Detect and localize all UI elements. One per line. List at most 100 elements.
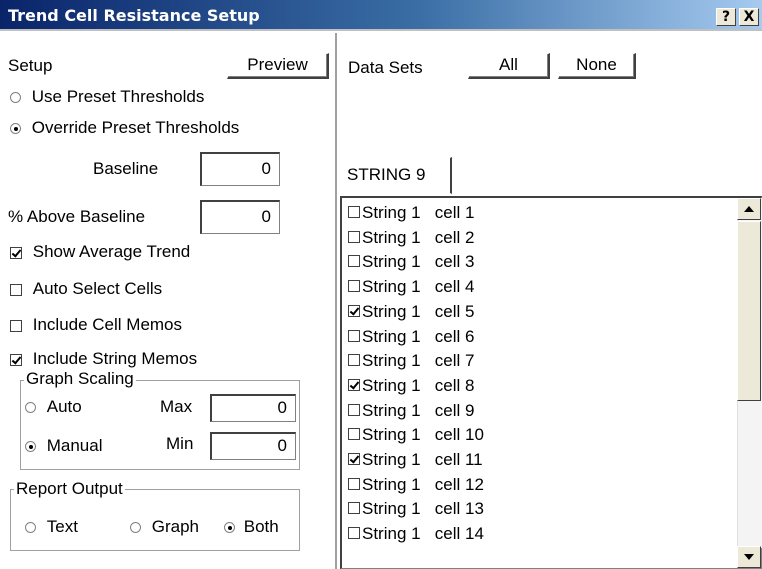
both-output-radio[interactable]: Both [224, 517, 279, 537]
use-preset-label: Use Preset Thresholds [31, 87, 205, 106]
string-memos-checkbox[interactable]: Include String Memos [10, 349, 197, 369]
list-item-label: String 1 cell 3 [362, 252, 475, 272]
data-sets-heading: Data Sets [348, 58, 423, 77]
select-none-button[interactable]: None [558, 53, 636, 79]
panel-divider [335, 33, 338, 569]
list-item[interactable]: String 1 cell 9 [348, 400, 474, 424]
checkbox-icon[interactable] [348, 304, 360, 317]
setup-heading: Setup [8, 56, 53, 75]
list-item[interactable]: String 1 cell 11 [348, 449, 483, 473]
list-item-label: String 1 cell 1 [362, 203, 475, 222]
checkbox-icon[interactable] [348, 255, 360, 268]
tab-string-9[interactable]: STRING 9 [338, 157, 452, 194]
list-item-label: String 1 cell 12 [362, 474, 484, 494]
override-preset-radio[interactable]: Override Preset Thresholds [10, 118, 239, 138]
checkbox-icon[interactable] [348, 527, 360, 540]
checkbox-icon [10, 353, 22, 366]
cell-list[interactable]: String 1 cell 1 String 1 cell 2 String 1 c… [340, 196, 762, 569]
use-preset-radio[interactable]: Use Preset Thresholds [10, 87, 204, 107]
manual-label: Manual [46, 436, 103, 455]
above-baseline-input[interactable]: 0 [200, 200, 280, 234]
list-item-label: String 1 cell 2 [362, 227, 475, 247]
radio-icon [25, 522, 36, 534]
help-button[interactable]: ? [716, 8, 736, 26]
list-item-label: String 1 cell 14 [362, 524, 484, 544]
text-output-radio[interactable]: Text [25, 517, 78, 537]
checkbox-icon[interactable] [348, 329, 360, 342]
checkbox-icon[interactable] [348, 230, 360, 243]
list-item[interactable]: String 1 cell 13 [348, 498, 484, 522]
window-title: Trend Cell Resistance Setup [8, 6, 260, 25]
list-item-label: String 1 cell 8 [362, 375, 475, 395]
cell-memos-checkbox[interactable]: Include Cell Memos [10, 315, 182, 335]
baseline-label: Baseline [93, 159, 159, 178]
min-input[interactable]: 0 [210, 432, 296, 460]
checkbox-icon[interactable] [348, 354, 360, 367]
list-item[interactable]: String 1 cell 7 [348, 350, 474, 374]
checkbox-icon[interactable] [348, 428, 360, 441]
min-label: Min [166, 434, 194, 453]
list-item-label: String 1 cell 9 [362, 400, 475, 420]
override-preset-label: Override Preset Thresholds [31, 118, 240, 137]
list-item-label: String 1 cell 10 [362, 425, 484, 445]
max-label: Max [160, 397, 193, 416]
list-item[interactable]: String 1 cell 8 [348, 375, 474, 399]
checkbox-icon[interactable] [348, 378, 360, 391]
checkbox-icon[interactable] [348, 403, 360, 416]
checkbox-icon [10, 319, 22, 332]
cell-memos-label: Include Cell Memos [32, 315, 183, 334]
list-item-label: String 1 cell 6 [362, 326, 475, 346]
show-average-checkbox[interactable]: Show Average Trend [10, 242, 190, 262]
list-item[interactable]: String 1 cell 12 [348, 474, 484, 498]
list-item[interactable]: String 1 cell 1 [348, 202, 474, 226]
show-average-label: Show Average Trend [32, 242, 191, 261]
report-output-legend: Report Output [14, 479, 125, 499]
checkbox-icon[interactable] [348, 477, 360, 490]
above-baseline-label: % Above Baseline [8, 207, 146, 226]
list-item-label: String 1 cell 5 [362, 301, 475, 321]
list-item[interactable]: String 1 cell 4 [348, 276, 474, 300]
list-item-label: String 1 cell 13 [362, 499, 484, 519]
radio-icon [130, 522, 141, 534]
radio-icon [10, 92, 21, 104]
scrollbar-thumb[interactable] [737, 221, 761, 401]
auto-select-checkbox[interactable]: Auto Select Cells [10, 279, 162, 299]
list-item[interactable]: String 1 cell 10 [348, 424, 484, 448]
max-input[interactable]: 0 [210, 394, 296, 422]
graph-scaling-legend: Graph Scaling [24, 369, 136, 389]
graph-output-radio[interactable]: Graph [130, 517, 199, 537]
checkbox-icon [10, 283, 22, 296]
list-item[interactable]: String 1 cell 5 [348, 301, 474, 325]
radio-icon [224, 522, 235, 534]
auto-select-label: Auto Select Cells [32, 279, 163, 298]
text-label: Text [46, 517, 78, 536]
select-all-button[interactable]: All [468, 53, 550, 79]
manual-scaling-radio[interactable]: Manual [25, 436, 103, 456]
radio-icon [10, 123, 21, 135]
baseline-input[interactable]: 0 [200, 152, 280, 186]
close-button[interactable]: X [739, 8, 759, 26]
scroll-down-button[interactable] [737, 546, 761, 568]
list-item[interactable]: String 1 cell 2 [348, 227, 474, 251]
string-memos-label: Include String Memos [32, 349, 198, 368]
list-item-label: String 1 cell 7 [362, 351, 475, 371]
both-label: Both [243, 517, 279, 536]
list-item-label: String 1 cell 4 [362, 277, 475, 297]
list-item[interactable]: String 1 cell 14 [348, 523, 484, 547]
auto-scaling-radio[interactable]: Auto [25, 397, 82, 417]
list-item[interactable]: String 1 cell 6 [348, 326, 474, 350]
scroll-up-button[interactable] [737, 198, 761, 220]
checkbox-icon[interactable] [348, 453, 360, 466]
checkbox-icon[interactable] [348, 280, 360, 293]
checkbox-icon[interactable] [348, 502, 360, 515]
list-item-label: String 1 cell 11 [362, 450, 483, 469]
title-bar: Trend Cell Resistance Setup ? X [0, 0, 762, 31]
radio-icon [25, 441, 36, 453]
arrow-up-icon [744, 206, 754, 212]
preview-button[interactable]: Preview [227, 53, 329, 79]
auto-label: Auto [46, 397, 82, 416]
arrow-down-icon [744, 554, 754, 560]
checkbox-icon[interactable] [348, 206, 360, 219]
checkbox-icon [10, 246, 22, 259]
list-item[interactable]: String 1 cell 3 [348, 251, 474, 275]
